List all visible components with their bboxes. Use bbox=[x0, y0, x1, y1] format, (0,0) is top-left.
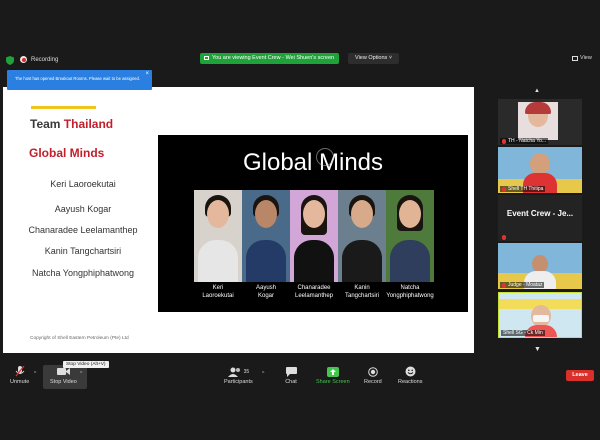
shared-screen: Team Thailand Global Minds Keri Laoroeku… bbox=[3, 87, 474, 353]
viewing-screen-banner: You are viewing Event Crew - Wei Shuen's… bbox=[200, 53, 340, 64]
view-options-button[interactable]: View Options ˅ bbox=[348, 53, 400, 64]
member-photo bbox=[386, 190, 434, 282]
view-button[interactable]: View bbox=[572, 55, 592, 61]
share-screen-button[interactable]: Share Screen bbox=[316, 366, 350, 385]
mic-muted-icon bbox=[13, 366, 27, 377]
member-photo bbox=[338, 190, 386, 282]
record-icon bbox=[366, 366, 380, 377]
recording-label: Recording bbox=[31, 56, 59, 63]
chevron-down-icon[interactable]: ▼ bbox=[534, 346, 541, 353]
participant-name: Shell TH Thitipa bbox=[500, 186, 546, 192]
member-name: Natcha Yongphiphatwong bbox=[31, 268, 135, 278]
participants-count: 35 bbox=[243, 368, 250, 375]
breakout-room-notice[interactable]: The host has opened Breakout Rooms. Plea… bbox=[7, 70, 152, 90]
member-photo bbox=[290, 190, 338, 282]
participant-tile[interactable]: Shell TH Thitipa bbox=[498, 147, 582, 193]
participants-label: Participants bbox=[224, 379, 253, 385]
participant-tile[interactable]: TH - Natcha Yo... bbox=[498, 99, 582, 145]
unmute-button[interactable]: Unmute bbox=[10, 366, 29, 385]
member-photo bbox=[194, 190, 242, 282]
chevron-up-icon[interactable]: ▲ bbox=[534, 88, 540, 94]
participant-name-tile: Event Crew - Je... bbox=[506, 209, 574, 218]
member-photo bbox=[242, 190, 290, 282]
participant-tile[interactable]: Judge - Moataz bbox=[498, 243, 582, 289]
view-label: View bbox=[580, 55, 592, 61]
grid-view-icon bbox=[572, 55, 578, 61]
close-icon[interactable]: × bbox=[145, 71, 149, 77]
team-photo-panel: Global Minds Keri Laoroekutai Aayush Kogar… bbox=[158, 135, 468, 312]
notice-text: The host has opened Breakout Rooms. Plea… bbox=[15, 76, 141, 81]
globe-icon bbox=[316, 148, 334, 166]
slide-copyright: Copyright of Shell Eastern Petroleum (Pt… bbox=[30, 336, 129, 341]
video-camera-icon bbox=[56, 366, 70, 377]
shield-icon[interactable] bbox=[6, 56, 14, 65]
slide-team-title: Team Thailand bbox=[30, 117, 113, 131]
unmute-label: Unmute bbox=[10, 379, 30, 385]
participant-gallery: TH - Natcha Yo... Shell TH Thitipa Event… bbox=[496, 95, 584, 365]
mic-muted-icon bbox=[502, 138, 506, 144]
participant-tile[interactable]: Event Crew - Je... bbox=[498, 195, 582, 241]
participant-name: TH - Natcha Yo... bbox=[500, 138, 549, 144]
participant-name: Judge - Moataz bbox=[500, 282, 545, 288]
mic-muted-icon bbox=[502, 186, 506, 192]
video-options-caret[interactable]: ^ bbox=[80, 371, 82, 377]
member-name: Aayush Kogar bbox=[54, 204, 112, 214]
meeting-top-bar: Recording You are viewing Event Crew - W… bbox=[0, 52, 600, 68]
chat-icon bbox=[284, 366, 298, 377]
member-name: Kanin Tangchartsiri bbox=[44, 246, 122, 256]
smiley-icon bbox=[403, 366, 417, 377]
participant-name: Shell SG - Ck Min bbox=[501, 330, 545, 336]
zoom-meeting-window: Recording You are viewing Event Crew - W… bbox=[0, 0, 600, 440]
participants-options-caret[interactable]: ^ bbox=[262, 371, 264, 377]
team-country: Thailand bbox=[63, 117, 114, 131]
share-screen-icon bbox=[326, 366, 340, 377]
meeting-toolbar: Unmute ^ Stop Video ^ 35 Participants ^ … bbox=[0, 362, 600, 390]
record-dot-icon bbox=[20, 56, 27, 63]
panel-title: Global Minds bbox=[242, 149, 384, 176]
participant-tile-active-speaker[interactable]: Shell SG - Ck Min bbox=[498, 292, 582, 338]
stop-video-label: Stop Video bbox=[50, 379, 77, 385]
team-prefix: Team bbox=[30, 117, 64, 131]
leave-button[interactable]: Leave bbox=[566, 370, 594, 381]
stop-video-button[interactable]: Stop Video bbox=[50, 366, 77, 385]
record-label: Record bbox=[364, 379, 382, 385]
title-accent-bar bbox=[31, 106, 96, 109]
member-name: Keri Laoroekutai bbox=[50, 179, 116, 189]
slide-subtitle: Global Minds bbox=[29, 146, 105, 160]
record-button[interactable]: Record bbox=[364, 366, 382, 385]
reactions-label: Reactions bbox=[398, 379, 423, 385]
mic-muted-icon bbox=[502, 235, 506, 240]
mic-muted-icon bbox=[502, 282, 506, 288]
chat-button[interactable]: Chat bbox=[284, 366, 298, 385]
photo-caption: Natcha Yongphiphatwong bbox=[386, 285, 434, 299]
recording-indicator[interactable]: Recording bbox=[20, 56, 58, 63]
chat-label: Chat bbox=[285, 379, 297, 385]
share-screen-label: Share Screen bbox=[316, 379, 350, 385]
viewing-banner-text: You are viewing Event Crew - Wei Shuen's… bbox=[212, 55, 335, 61]
reactions-button[interactable]: Reactions bbox=[398, 366, 422, 385]
participants-button[interactable]: 35 Participants bbox=[224, 366, 253, 385]
member-name: Chanaradee Leelamanthep bbox=[28, 225, 138, 235]
participants-icon: 35 bbox=[224, 366, 252, 377]
participant-name bbox=[500, 235, 508, 240]
screen-icon bbox=[204, 55, 209, 60]
audio-options-caret[interactable]: ^ bbox=[34, 371, 36, 377]
